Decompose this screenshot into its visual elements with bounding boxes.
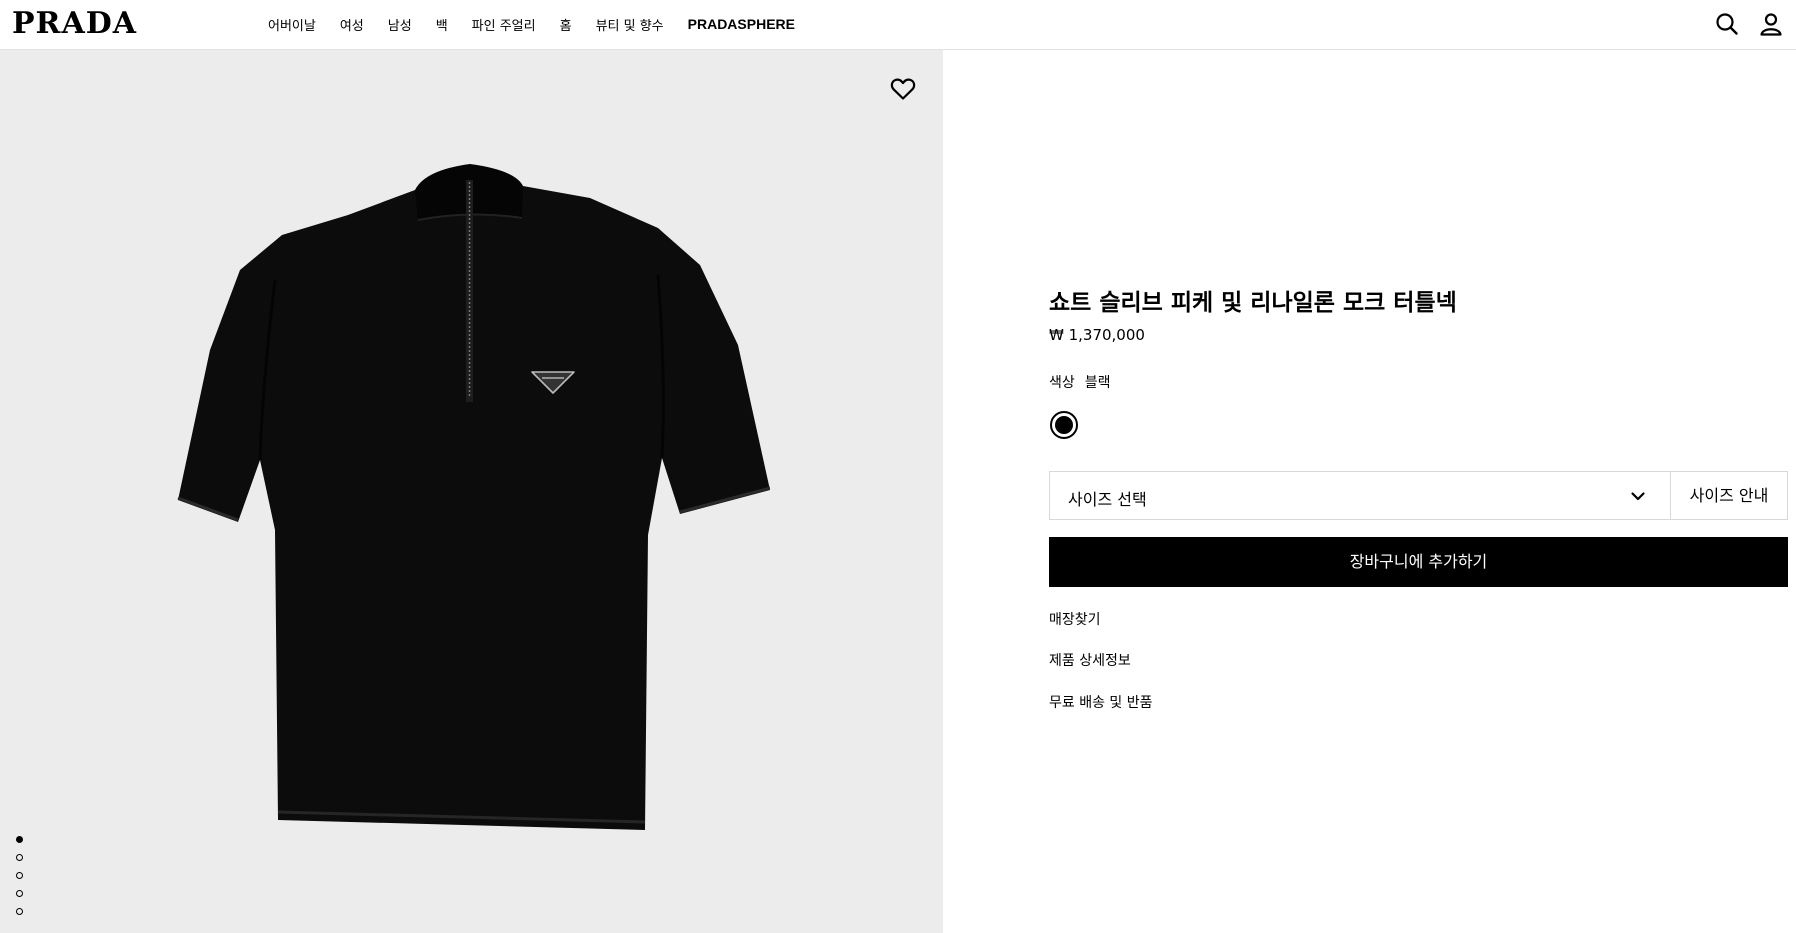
gallery-dot[interactable] [16, 872, 23, 879]
find-store-link[interactable]: 매장찾기 [1049, 609, 1101, 629]
nav-item-home[interactable]: 홈 [560, 15, 572, 34]
nav-item-men[interactable]: 남성 [388, 15, 412, 34]
nav-item-pradasphere[interactable]: PRADASPHERE [688, 16, 795, 32]
account-icon[interactable] [1759, 12, 1783, 36]
color-value: 블랙 [1084, 375, 1111, 391]
nav-item-women[interactable]: 여성 [340, 15, 364, 34]
nav-item-beauty-fragrance[interactable]: 뷰티 및 향수 [596, 15, 664, 34]
size-select-label: 사이즈 선택 [1068, 490, 1147, 509]
size-selector-box: 사이즈 선택 사이즈 안내 [1049, 471, 1788, 520]
color-info: 색상 블랙 [1049, 372, 1111, 392]
add-to-cart-button[interactable]: 장바구니에 추가하기 [1049, 537, 1788, 587]
gallery-dot[interactable] [16, 854, 23, 861]
product-details-link[interactable]: 제품 상세정보 [1049, 650, 1131, 670]
nav-item-bags[interactable]: 백 [436, 15, 448, 34]
product-image [177, 164, 770, 830]
color-swatch-black[interactable] [1050, 411, 1078, 439]
main-nav: 어버이날 여성 남성 백 파인 주얼리 홈 뷰티 및 향수 PRADASPHER… [268, 0, 819, 48]
size-select-dropdown[interactable]: 사이즈 선택 [1050, 472, 1670, 519]
gallery-dot[interactable] [16, 836, 23, 843]
free-shipping-returns-link[interactable]: 무료 배송 및 반품 [1049, 692, 1153, 712]
gallery-dot[interactable] [16, 890, 23, 897]
chevron-down-icon [1631, 492, 1645, 501]
nav-item-mothers-day[interactable]: 어버이날 [268, 15, 316, 34]
product-price: ₩ 1,370,000 [1049, 326, 1145, 344]
product-image-gallery[interactable] [0, 50, 943, 933]
gallery-pagination [16, 836, 26, 926]
site-header: PRADA 어버이날 여성 남성 백 파인 주얼리 홈 뷰티 및 향수 PRAD… [0, 0, 1796, 50]
color-label: 색상 [1049, 375, 1075, 391]
nav-item-fine-jewelry[interactable]: 파인 주얼리 [472, 15, 536, 34]
product-info: 쇼트 슬리브 피케 및 리나일론 모크 터틀넥 ₩ 1,370,000 색상 블랙… [1049, 50, 1789, 933]
search-icon[interactable] [1715, 12, 1739, 36]
heart-outline-icon[interactable] [890, 77, 916, 101]
size-guide-button[interactable]: 사이즈 안내 [1671, 472, 1787, 519]
product-title: 쇼트 슬리브 피케 및 리나일론 모크 터틀넥 [1049, 290, 1457, 316]
gallery-dot[interactable] [16, 908, 23, 915]
prada-logo[interactable]: PRADA [12, 7, 137, 41]
